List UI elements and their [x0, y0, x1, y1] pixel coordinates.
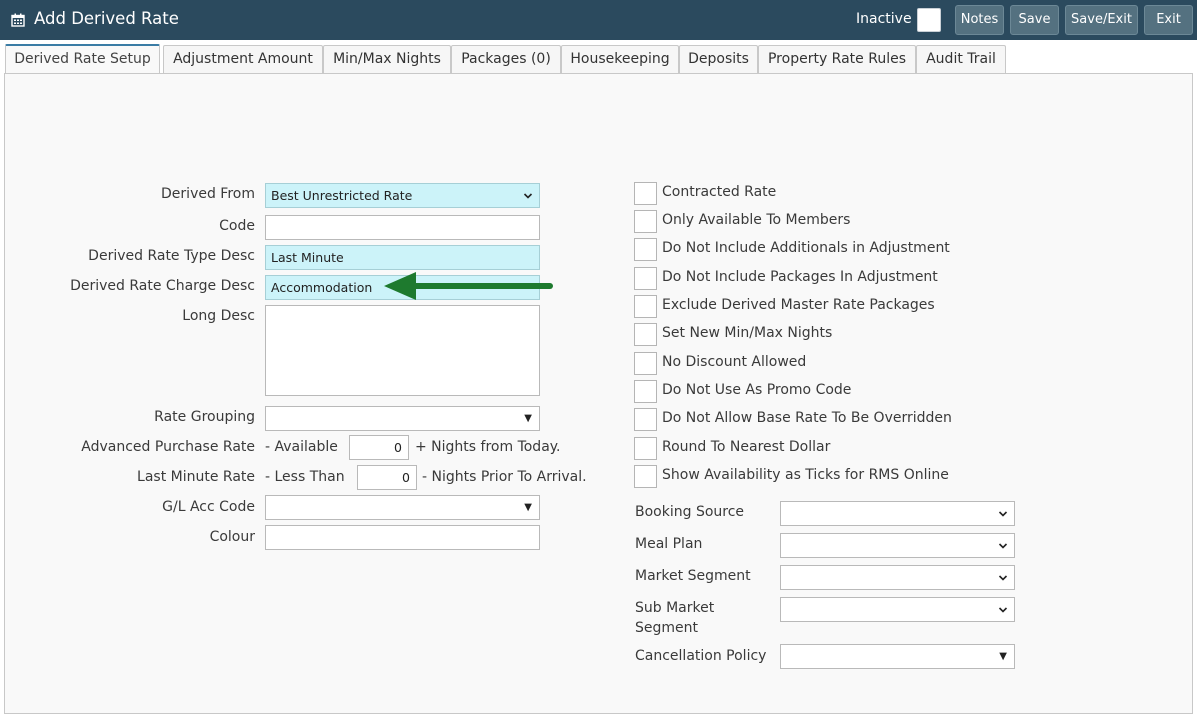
code-input[interactable]	[265, 215, 540, 240]
checkbox-label: No Discount Allowed	[662, 354, 807, 370]
checkbox-not-promo-code[interactable]	[634, 380, 657, 403]
market-segment-label: Market Segment	[635, 568, 751, 584]
rate-grouping-select[interactable]: ▼	[265, 406, 540, 431]
meal-plan-select[interactable]	[780, 533, 1015, 558]
checkbox-no-additionals-in-adjustment[interactable]	[634, 238, 657, 261]
derived-from-value: Best Unrestricted Rate	[271, 188, 413, 203]
advanced-purchase-label: Advanced Purchase Rate	[81, 439, 255, 455]
checkbox-label: Do Not Include Additionals in Adjustment	[662, 240, 950, 256]
charge-desc-label: Derived Rate Charge Desc	[70, 278, 255, 294]
type-desc-label: Derived Rate Type Desc	[88, 248, 255, 264]
gl-acc-code-select[interactable]: ▼	[265, 495, 540, 520]
checkbox-label: Exclude Derived Master Rate Packages	[662, 297, 935, 313]
tab-property-rate-rules[interactable]: Property Rate Rules	[758, 45, 916, 73]
checkbox-availability-ticks[interactable]	[634, 465, 657, 488]
checkbox-label: Do Not Allow Base Rate To Be Overridden	[662, 410, 952, 426]
tab-adjustment-amount[interactable]: Adjustment Amount	[163, 45, 323, 73]
notes-button[interactable]: Notes	[955, 5, 1004, 35]
sub-market-segment-select[interactable]	[780, 597, 1015, 622]
checkbox-label: Do Not Use As Promo Code	[662, 382, 852, 398]
booking-source-label: Booking Source	[635, 504, 745, 520]
checkbox-label: Only Available To Members	[662, 212, 851, 228]
dropdown-caret-icon: ▼	[524, 502, 532, 513]
advanced-purchase-suffix: + Nights from Today.	[415, 439, 561, 455]
cancellation-policy-label: Cancellation Policy	[635, 648, 767, 664]
chevron-down-icon	[998, 543, 1008, 549]
tab-bar: Derived Rate Setup Adjustment Amount Min…	[0, 44, 1197, 74]
advanced-purchase-nights-input[interactable]: 0	[349, 435, 409, 460]
save-exit-button[interactable]: Save/Exit	[1065, 5, 1138, 35]
last-minute-prefix: - Less Than	[265, 469, 345, 485]
meal-plan-label: Meal Plan	[635, 536, 703, 552]
gl-acc-code-label: G/L Acc Code	[162, 499, 255, 515]
dropdown-caret-icon: ▼	[524, 413, 532, 424]
market-segment-select[interactable]	[780, 565, 1015, 590]
tab-packages[interactable]: Packages (0)	[451, 45, 561, 73]
window-title: Add Derived Rate	[34, 9, 179, 28]
checkbox-no-base-rate-override[interactable]	[634, 408, 657, 431]
sub-market-segment-label-line2: Segment	[635, 620, 698, 636]
checkbox-no-packages-in-adjustment[interactable]	[634, 267, 657, 290]
chevron-down-icon	[998, 575, 1008, 581]
long-desc-textarea[interactable]	[265, 305, 540, 396]
chevron-down-icon	[998, 607, 1008, 613]
colour-input[interactable]	[265, 525, 540, 550]
last-minute-nights-input[interactable]: 0	[357, 465, 417, 490]
sub-market-segment-label-line1: Sub Market	[635, 600, 715, 616]
checkbox-round-nearest-dollar[interactable]	[634, 437, 657, 460]
checkbox-exclude-master-rate-packages[interactable]	[634, 295, 657, 318]
checkbox-contracted-rate[interactable]	[634, 182, 657, 205]
checkbox-set-new-min-max-nights[interactable]	[634, 323, 657, 346]
chevron-down-icon	[998, 511, 1008, 517]
tab-audit-trail[interactable]: Audit Trail	[916, 45, 1006, 73]
calendar-icon	[11, 13, 25, 27]
type-desc-input[interactable]: Last Minute	[265, 245, 540, 270]
inactive-checkbox[interactable]	[917, 8, 941, 32]
tab-min-max-nights[interactable]: Min/Max Nights	[323, 45, 451, 73]
save-button[interactable]: Save	[1010, 5, 1059, 35]
chevron-down-icon	[523, 193, 533, 199]
checkbox-label: Round To Nearest Dollar	[662, 439, 831, 455]
code-label: Code	[219, 218, 255, 234]
rate-grouping-label: Rate Grouping	[154, 409, 255, 425]
advanced-purchase-prefix: - Available	[265, 439, 338, 455]
checkbox-label: Show Availability as Ticks for RMS Onlin…	[662, 467, 949, 483]
inactive-label: Inactive	[856, 11, 912, 27]
checkbox-label: Contracted Rate	[662, 184, 777, 200]
annotation-arrow-icon	[384, 272, 553, 300]
dropdown-caret-icon: ▼	[999, 651, 1007, 662]
derived-from-label: Derived From	[161, 186, 255, 202]
colour-label: Colour	[209, 529, 255, 545]
last-minute-label: Last Minute Rate	[137, 469, 255, 485]
tab-derived-rate-setup[interactable]: Derived Rate Setup	[5, 44, 160, 74]
checkbox-no-discount-allowed[interactable]	[634, 352, 657, 375]
booking-source-select[interactable]	[780, 501, 1015, 526]
long-desc-label: Long Desc	[182, 308, 255, 324]
checkbox-label: Set New Min/Max Nights	[662, 325, 833, 341]
title-bar: Add Derived Rate Inactive Notes Save Sav…	[0, 0, 1197, 40]
tab-housekeeping[interactable]: Housekeeping	[561, 45, 679, 73]
checkbox-label: Do Not Include Packages In Adjustment	[662, 269, 938, 285]
derived-from-select[interactable]: Best Unrestricted Rate	[265, 183, 540, 208]
exit-button[interactable]: Exit	[1144, 5, 1193, 35]
tab-deposits[interactable]: Deposits	[679, 45, 758, 73]
checkbox-only-available-to-members[interactable]	[634, 210, 657, 233]
last-minute-suffix: - Nights Prior To Arrival.	[422, 469, 587, 485]
cancellation-policy-select[interactable]: ▼	[780, 644, 1015, 669]
